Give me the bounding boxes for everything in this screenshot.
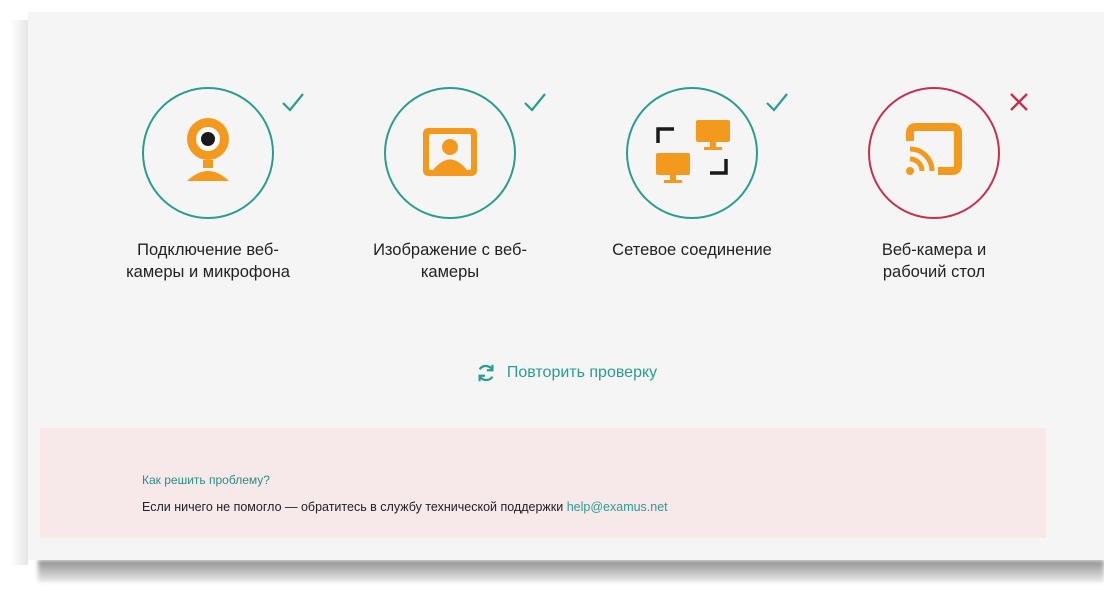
check-mark-icon: [524, 93, 546, 112]
support-email-link[interactable]: help@examus.net: [567, 500, 668, 514]
help-box: Как решить проблему? Если ничего не помо…: [40, 428, 1046, 538]
check-item-network: Сетевое соединение: [587, 87, 797, 261]
check-label: Сетевое соединение: [612, 241, 772, 259]
system-check-panel: Подключение веб-камеры и микрофона Изобр…: [28, 12, 1104, 560]
check-circle: [868, 87, 1028, 219]
help-message: Если ничего не помогло — обратитесь в сл…: [142, 500, 564, 514]
check-circle: [626, 87, 788, 219]
cross-mark-icon: [1010, 93, 1028, 111]
user-portrait-icon: [423, 128, 477, 176]
check-label: Подключение веб-камеры и микрофона: [126, 241, 290, 281]
retry-check-label: Повторить проверку: [506, 364, 658, 381]
check-item-webcam-image: Изображение с веб-камеры: [345, 87, 555, 283]
help-title-link[interactable]: Как решить проблему?: [142, 473, 270, 487]
check-label: Изображение с веб-камеры: [373, 241, 527, 281]
check-circle: [142, 87, 304, 219]
help-text: Если ничего не помогло — обратитесь в сл…: [142, 500, 668, 514]
retry-check-button[interactable]: Повторить проверку: [475, 362, 657, 384]
check-list: Подключение веб-камеры и микрофона Изобр…: [28, 12, 1104, 312]
check-label: Веб-камера и рабочий стол: [881, 241, 987, 281]
network-computers-icon: [656, 120, 730, 183]
refresh-icon: [478, 364, 494, 382]
check-mark-icon: [282, 93, 304, 112]
check-mark-icon: [766, 93, 788, 112]
check-circle: [384, 87, 546, 219]
retry-check-row: Повторить проверку: [28, 362, 1104, 389]
check-item-webcam-desktop: Веб-камера и рабочий стол: [829, 87, 1039, 283]
panel-shadow-left: [10, 20, 28, 565]
panel-shadow-bottom: [38, 560, 1104, 582]
check-item-webcam-microphone: Подключение веб-камеры и микрофона: [103, 87, 313, 283]
screen-cast-icon: [906, 123, 962, 175]
webcam-icon: [187, 118, 229, 181]
